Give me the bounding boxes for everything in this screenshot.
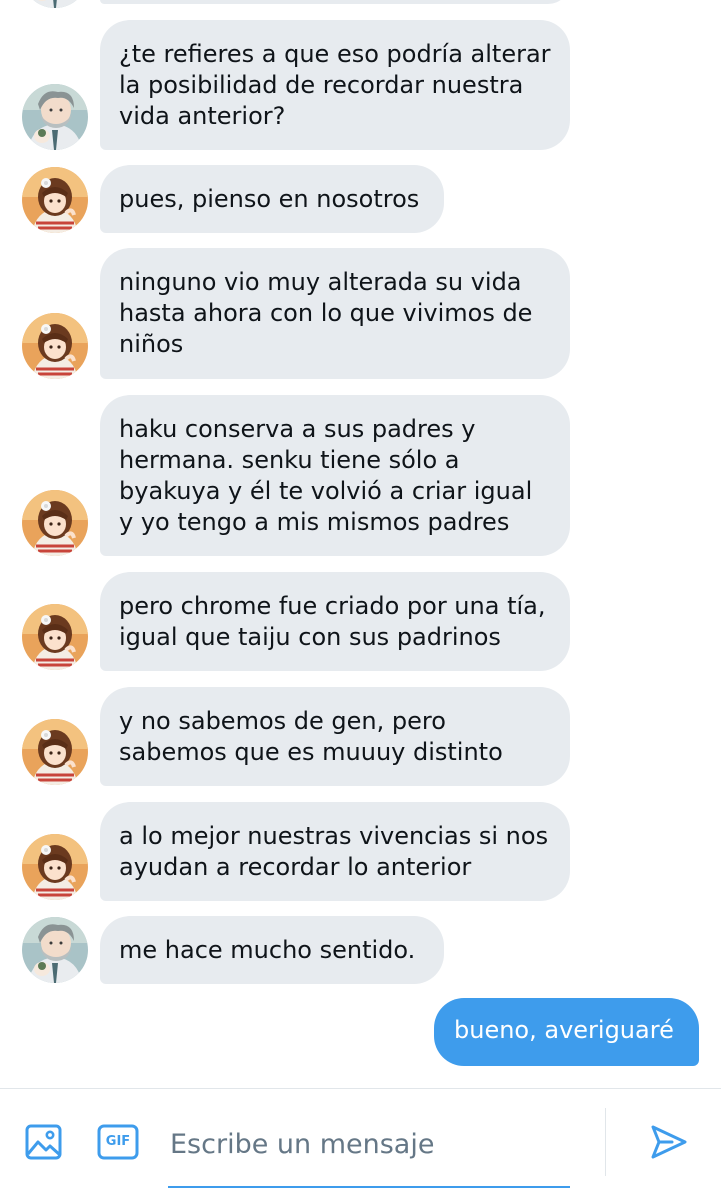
avatar-girl-image <box>22 313 88 379</box>
add-media-button[interactable] <box>24 1122 64 1162</box>
message-bubble[interactable]: ¿te refieres a que eso podría alterar la… <box>100 20 570 150</box>
avatar[interactable] <box>22 0 88 8</box>
avatar-elder-image <box>22 917 88 983</box>
avatar[interactable] <box>22 719 88 785</box>
message-text: bueno, averiguaré <box>454 1016 674 1044</box>
message-text: pero chrome fue criado por una tía, igua… <box>119 592 546 651</box>
message-bubble[interactable]: y no sabemos de gen, pero sabemos que es… <box>100 687 570 786</box>
avatar[interactable] <box>22 84 88 150</box>
message-bubble[interactable]: me hace mucho sentido. <box>100 916 444 984</box>
avatar[interactable] <box>22 834 88 900</box>
message-text: ¿te refieres a que eso podría alterar la… <box>119 40 551 130</box>
send-button[interactable] <box>650 1124 688 1160</box>
message-bubble[interactable]: pues, pienso en nosotros <box>100 165 444 233</box>
message-text: ninguno vio muy alterada su vida hasta a… <box>119 268 533 358</box>
avatar-girl-image <box>22 167 88 233</box>
message-text: pues, pienso en nosotros <box>119 185 420 213</box>
input-focus-underline <box>168 1186 570 1188</box>
avatar[interactable] <box>22 490 88 556</box>
send-icon <box>651 1125 687 1159</box>
avatar[interactable] <box>22 604 88 670</box>
avatar-girl-image <box>22 604 88 670</box>
message-bubble[interactable]: haku conserva a sus padres y hermana. se… <box>100 395 570 556</box>
avatar-elder-image <box>22 84 88 150</box>
message-bubble-partial <box>100 0 570 4</box>
add-gif-button[interactable]: GIF <box>97 1124 139 1160</box>
message-input[interactable] <box>168 1120 570 1168</box>
message-text: a lo mejor nuestras vivencias si nos ayu… <box>119 822 549 881</box>
message-text: y no sabemos de gen, pero sabemos que es… <box>119 707 503 766</box>
message-bubble[interactable]: a lo mejor nuestras vivencias si nos ayu… <box>100 802 570 901</box>
avatar-elder-image <box>22 0 88 8</box>
avatar[interactable] <box>22 917 88 983</box>
message-text: me hace mucho sentido. <box>119 936 416 964</box>
sent-message-bubble[interactable]: bueno, averiguaré <box>434 998 699 1066</box>
avatar-girl-image <box>22 834 88 900</box>
message-bubble[interactable]: pero chrome fue criado por una tía, igua… <box>100 572 570 671</box>
avatar[interactable] <box>22 313 88 379</box>
composer-divider <box>605 1108 606 1176</box>
message-input-wrapper <box>168 1106 570 1188</box>
gif-label: GIF <box>105 1134 131 1149</box>
image-icon <box>25 1124 62 1160</box>
message-bubble[interactable]: ninguno vio muy alterada su vida hasta a… <box>100 248 570 379</box>
avatar-girl-image <box>22 719 88 785</box>
avatar-girl-image <box>22 490 88 556</box>
avatar[interactable] <box>22 167 88 233</box>
message-text: haku conserva a sus padres y hermana. se… <box>119 415 533 536</box>
message-thread[interactable]: ¿te refieres a que eso podría alterar la… <box>0 0 721 1088</box>
